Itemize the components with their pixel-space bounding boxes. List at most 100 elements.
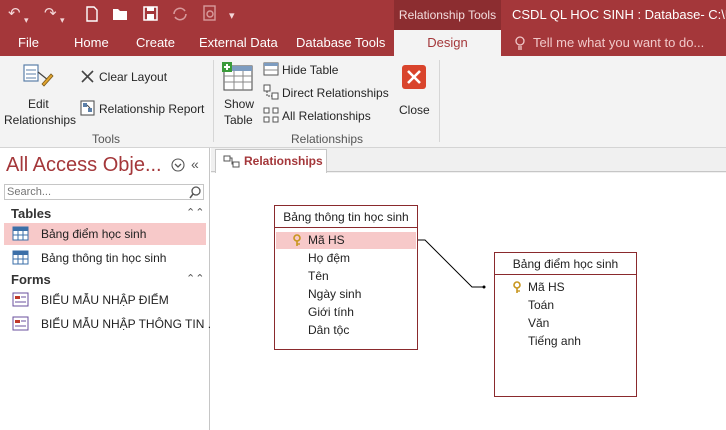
show-table-button[interactable]: Show Table [220, 60, 258, 130]
field-name: Mã HS [308, 233, 345, 247]
tab-external-data[interactable]: External Data [199, 30, 278, 56]
nav-menu-dropdown-icon[interactable] [171, 158, 185, 172]
table-bang-diem-hoc-sinh[interactable]: Bảng điểm học sinh Mã HS Toán Văn Tiếng … [494, 252, 637, 397]
nav-item-label: Bảng thông tin học sinh [41, 251, 167, 265]
show-table-label-2: Table [224, 113, 253, 127]
group-separator [213, 60, 214, 142]
hide-table-button[interactable]: Hide Table [263, 61, 393, 79]
redo-icon[interactable]: ↷ [44, 4, 57, 24]
ribbon-tabs: File Home Create External Data Database … [0, 30, 726, 56]
field-name: Dân tộc [308, 323, 350, 337]
nav-group-tables[interactable]: Tables [11, 206, 51, 221]
field-name: Mã HS [528, 280, 565, 294]
clear-layout-icon [81, 70, 94, 83]
relationships-canvas[interactable]: Bảng thông tin học sinh Mã HS Họ đệm Tên… [211, 173, 726, 430]
context-group-label: Relationship Tools [394, 0, 501, 30]
document-tab-strip: Relationships [211, 148, 726, 173]
tab-design[interactable]: Design [394, 30, 501, 56]
nav-item-label: Bảng điểm học sinh [41, 227, 147, 241]
table-title[interactable]: Bảng điểm học sinh [495, 253, 636, 275]
tab-create[interactable]: Create [136, 30, 175, 56]
all-relationships-icon [263, 107, 279, 123]
relationship-report-icon [80, 100, 95, 116]
table-icon [12, 226, 29, 241]
nav-item-label: BIỂU MẪU NHẬP ĐIỂM [41, 293, 169, 307]
field-row[interactable]: Tên [276, 268, 416, 285]
all-relationships-label: All Relationships [282, 109, 371, 123]
tools-group-label: Tools [92, 132, 121, 146]
direct-relationships-label: Direct Relationships [282, 86, 389, 100]
nav-group-forms[interactable]: Forms [11, 272, 51, 287]
direct-relationships-button[interactable]: Direct Relationships [263, 84, 393, 102]
open-folder-icon[interactable] [112, 7, 130, 21]
form-icon [12, 292, 29, 307]
nav-item-bang-diem[interactable]: Bảng điểm học sinh [4, 223, 206, 245]
primary-key-icon [513, 281, 521, 293]
field-row[interactable]: Ngày sinh [276, 286, 416, 303]
tab-relationships-document[interactable]: Relationships [215, 149, 327, 173]
shutter-bar-close-icon[interactable]: « [191, 156, 199, 172]
group-separator [439, 60, 440, 142]
table-icon [12, 250, 29, 265]
print-preview-icon[interactable] [202, 5, 218, 23]
collapse-forms-icon[interactable]: ⌃⌃ [186, 272, 204, 285]
all-relationships-button[interactable]: All Relationships [263, 107, 393, 125]
nav-item-bieu-mau-nhap-diem[interactable]: BIỂU MẪU NHẬP ĐIỂM [4, 289, 206, 311]
show-table-icon [222, 62, 253, 91]
document-tab-label: Relationships [244, 154, 323, 168]
save-icon[interactable] [143, 6, 158, 21]
hide-table-icon [263, 62, 279, 76]
navigation-pane: All Access Obje... « Tables ⌃⌃ Bảng điểm… [0, 148, 218, 430]
window-title: CSDL QL HOC SINH : Database- C:\Users [512, 7, 726, 22]
field-row[interactable]: Họ đệm [276, 250, 416, 267]
close-label: Close [399, 103, 430, 117]
customize-icon[interactable]: ▾ [229, 6, 235, 26]
field-name: Ngày sinh [308, 287, 362, 301]
nav-item-bieu-mau-nhap-thong-tin[interactable]: BIỂU MẪU NHẬP THÔNG TIN ... [4, 313, 218, 335]
undo-dropdown-icon[interactable]: ▾ [24, 10, 29, 30]
close-icon [402, 65, 426, 89]
direct-relationships-icon [263, 84, 279, 100]
relationship-report-button[interactable]: Relationship Report [80, 100, 206, 118]
relationships-tab-icon [223, 155, 240, 168]
field-row[interactable]: Dân tộc [276, 322, 416, 339]
hide-table-label: Hide Table [282, 63, 339, 77]
field-row[interactable]: Giới tính [276, 304, 416, 321]
tell-me-box[interactable]: Tell me what you want to do... [533, 30, 704, 56]
field-row[interactable]: Văn [496, 315, 635, 332]
edit-relationships-icon [23, 64, 54, 87]
tab-database-tools[interactable]: Database Tools [296, 30, 385, 56]
title-bar: ↶ ▾ ↷ ▾ ▾ Relationship Tools CSDL QL HOC… [0, 0, 726, 30]
nav-search-input[interactable] [4, 184, 204, 200]
field-name: Toán [528, 298, 555, 312]
field-name: Tiếng anh [528, 334, 581, 348]
show-table-label-1: Show [224, 97, 255, 111]
field-row[interactable]: Toán [496, 297, 635, 314]
tab-file[interactable]: File [18, 30, 39, 56]
primary-key-icon [293, 234, 301, 246]
table-title[interactable]: Bảng thông tin học sinh [275, 206, 417, 228]
nav-item-label: BIỂU MẪU NHẬP THÔNG TIN ... [41, 317, 218, 331]
form-icon [12, 316, 29, 331]
tab-home[interactable]: Home [74, 30, 109, 56]
sync-icon[interactable] [172, 6, 188, 22]
search-icon[interactable] [189, 186, 202, 199]
undo-icon[interactable]: ↶ [8, 4, 21, 24]
edit-relationships-label-1: Edit [28, 97, 49, 111]
edit-relationships-button[interactable]: Edit Relationships [4, 60, 76, 130]
nav-pane-title[interactable]: All Access Obje... [6, 154, 162, 177]
field-name: Họ đệm [308, 251, 351, 265]
collapse-tables-icon[interactable]: ⌃⌃ [186, 206, 204, 219]
relationships-group-label: Relationships [291, 132, 364, 146]
field-row[interactable]: Mã HS [496, 279, 635, 296]
new-file-icon[interactable] [86, 6, 98, 22]
field-name: Giới tính [308, 305, 354, 319]
field-row[interactable]: Mã HS [276, 232, 416, 249]
close-button[interactable]: Close [396, 62, 432, 124]
field-row[interactable]: Tiếng anh [496, 333, 635, 350]
redo-dropdown-icon[interactable]: ▾ [60, 10, 65, 30]
table-bang-thong-tin-hoc-sinh[interactable]: Bảng thông tin học sinh Mã HS Họ đệm Tên… [274, 205, 418, 350]
nav-item-bang-thong-tin[interactable]: Bảng thông tin học sinh [4, 247, 206, 269]
clear-layout-button[interactable]: Clear Layout [80, 68, 200, 86]
ribbon: Edit Relationships Clear Layout Relation… [0, 56, 726, 148]
